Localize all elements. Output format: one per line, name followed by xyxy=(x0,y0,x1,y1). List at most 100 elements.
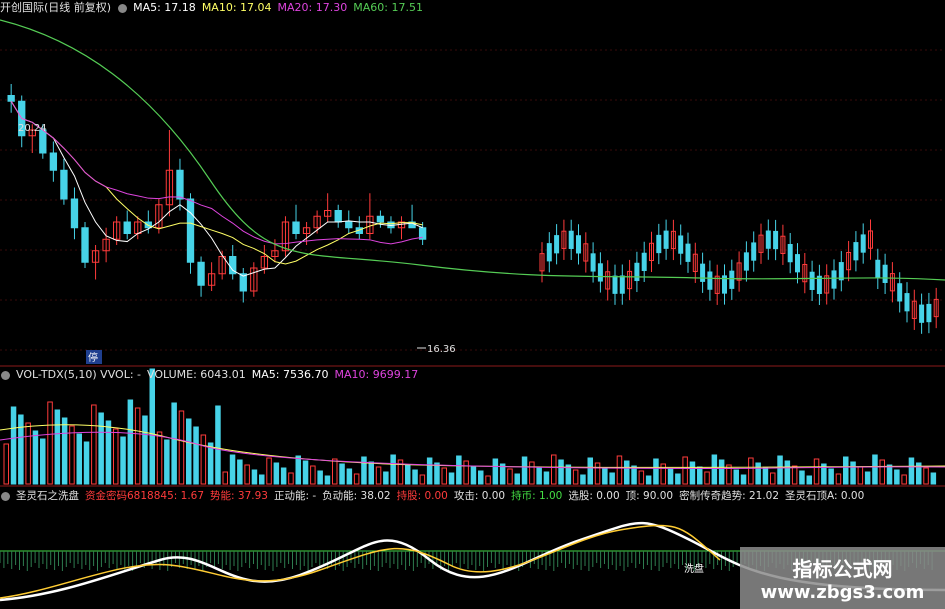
volume-bar xyxy=(222,471,228,485)
volume-bar xyxy=(894,469,900,485)
volume-bar xyxy=(748,457,754,485)
volume-bar xyxy=(419,474,426,485)
volume-bar xyxy=(324,475,331,485)
volume-bar xyxy=(368,461,374,485)
volume-bar xyxy=(609,472,615,485)
volume-bar xyxy=(624,460,630,485)
volume-bar xyxy=(383,471,389,485)
volume-bar xyxy=(711,454,718,485)
volume-bar xyxy=(434,462,440,485)
volume-bar xyxy=(755,462,761,485)
volume-bar xyxy=(405,464,411,485)
price-header: 开创国际(日线 前复权) MA5: 17.18 MA10: 17.04 MA20: 1… xyxy=(0,0,429,16)
volume-bar xyxy=(142,415,148,485)
candle-body xyxy=(809,271,815,290)
ind-neg: 负动能: 38.02 xyxy=(322,490,391,502)
candle-body xyxy=(197,261,205,286)
volume-bar xyxy=(923,467,929,485)
volume-bar xyxy=(638,470,645,485)
volume-bar xyxy=(580,474,586,485)
indicator-header: 圣灵石之洗盘 资金密码6818845: 1.67 势能: 37.93 正动能: - 负动… xyxy=(0,488,870,504)
ind-title: 圣灵石之洗盘 xyxy=(16,490,79,502)
volume-bar xyxy=(784,460,791,485)
ma20-label: MA20: 17.30 xyxy=(277,1,348,14)
volume-bar xyxy=(456,455,462,485)
volume-bar xyxy=(91,404,97,485)
settings-circle-icon[interactable] xyxy=(1,491,10,501)
watermark-title: 指标公式网 xyxy=(792,557,893,581)
volume-bar xyxy=(864,471,871,485)
volume-bar xyxy=(120,436,126,485)
ind-power: 势能: 37.93 xyxy=(210,490,268,502)
watermark-url: www.zbgs3.com xyxy=(760,582,925,603)
volume-bar xyxy=(25,422,31,485)
volume-bar xyxy=(529,461,535,485)
candle-body xyxy=(831,270,837,289)
volume-bar xyxy=(733,469,739,485)
volume-ma10-line xyxy=(0,431,945,470)
volume-bar xyxy=(164,439,170,485)
volume-bar xyxy=(478,470,484,485)
volume-bar xyxy=(10,406,17,485)
volume-bar xyxy=(266,457,272,485)
volume-bar xyxy=(346,468,353,485)
ind-trend: 密制传奇趋势: 21.02 xyxy=(679,490,780,502)
volume-bar xyxy=(412,469,418,485)
candle-body xyxy=(49,152,58,171)
volume-bar xyxy=(886,464,893,485)
volume-bar xyxy=(470,465,477,485)
volume-bar xyxy=(113,428,119,485)
candle-body xyxy=(729,270,735,289)
volume-bar xyxy=(667,468,674,485)
candle-body xyxy=(773,230,779,250)
candle-body xyxy=(751,242,757,261)
volume-bar xyxy=(69,425,75,485)
volume-bar xyxy=(215,405,221,485)
ind-hold: 持股: 0.00 xyxy=(396,490,448,502)
candle-body xyxy=(619,275,625,294)
volume-ma5-line xyxy=(0,424,945,468)
candle-body xyxy=(186,198,195,263)
settings-circle-icon[interactable] xyxy=(118,3,128,13)
ma60-label: MA60: 17.51 xyxy=(353,1,423,14)
volume-bar xyxy=(310,465,316,485)
volume-bar xyxy=(879,459,885,485)
stop-label: 停 xyxy=(88,351,98,364)
volume-bar xyxy=(901,474,907,485)
chart-stage: 20.24 16.36 停洗盘 开创国际(日线 前复权) MA5: 17.18 MA10… xyxy=(0,0,945,609)
volume-bar xyxy=(675,473,681,485)
volume-bar xyxy=(485,475,491,485)
volume-bar xyxy=(587,457,593,485)
volume-bar xyxy=(200,434,207,485)
volume-bar xyxy=(572,469,579,485)
candle-body xyxy=(81,227,89,263)
volume-bar xyxy=(543,471,550,485)
volume-bar xyxy=(813,458,820,485)
candle-body xyxy=(765,230,771,249)
vol-ma5: MA5: 7536.70 xyxy=(251,368,329,381)
candle-body xyxy=(334,210,342,223)
ind-coin: 持币: 1.00 xyxy=(511,490,563,502)
volume-bar xyxy=(317,470,323,485)
volume-bar xyxy=(207,442,214,485)
candle-body xyxy=(663,230,669,249)
volume-bar xyxy=(507,468,513,485)
volume-bar xyxy=(536,466,542,485)
volume-bar xyxy=(726,464,732,485)
volume-bar xyxy=(492,458,499,485)
ma5-label: MA5: 17.18 xyxy=(133,1,196,14)
volume-bar xyxy=(361,456,367,485)
candle-body xyxy=(795,254,800,273)
stock-title: 开创国际(日线 前复权) xyxy=(0,1,112,14)
ind-stone-a: 圣灵石顶A: 0.00 xyxy=(785,490,865,502)
volume-bar xyxy=(791,465,798,485)
high-label: 20.24 xyxy=(18,123,47,134)
volume-bar xyxy=(40,438,46,485)
candle-body xyxy=(60,169,68,200)
volume-bar xyxy=(718,459,725,485)
volume-bar xyxy=(697,466,703,485)
volume-bar xyxy=(375,466,382,485)
volume-bar xyxy=(740,474,747,485)
settings-circle-icon[interactable] xyxy=(1,370,10,380)
volume-header: VOL-TDX(5,10) VVOL: - VOLUME: 6043.01 MA5:… xyxy=(0,367,424,383)
